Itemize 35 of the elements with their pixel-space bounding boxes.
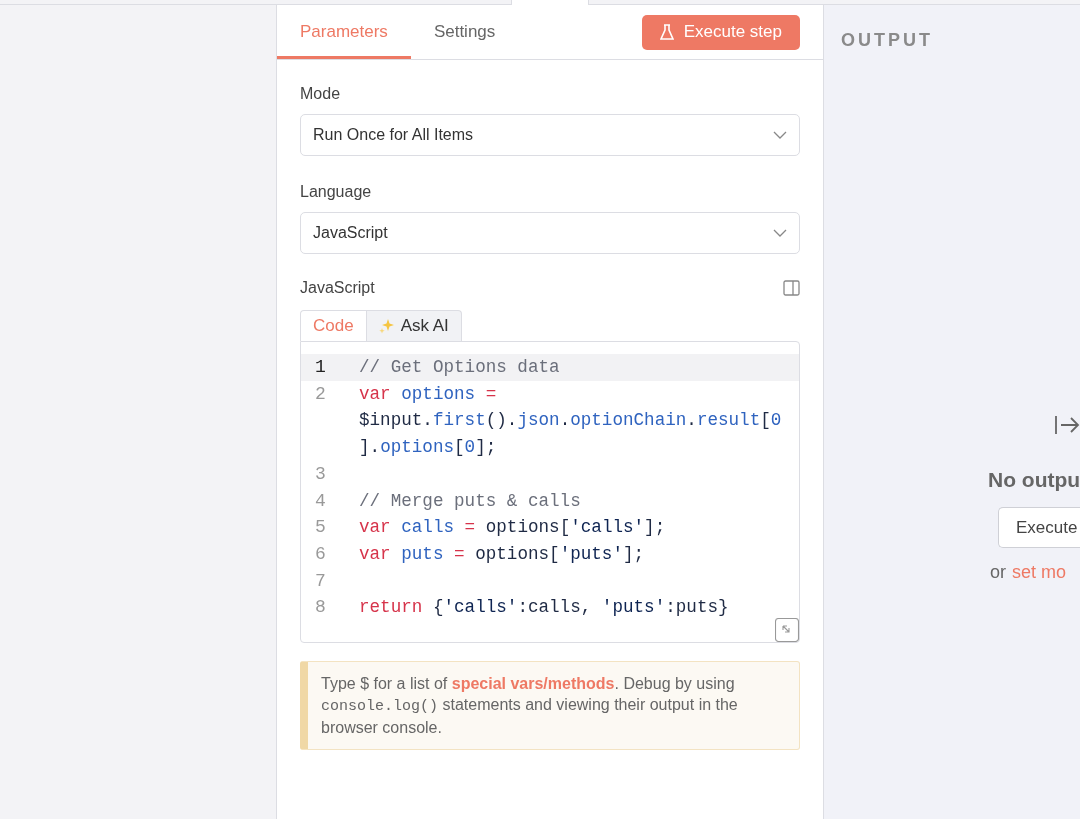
line-number: 7 — [314, 569, 327, 593]
expand-icon[interactable] — [775, 618, 799, 642]
chevron-down-icon — [773, 229, 787, 237]
code-editor[interactable] — [300, 341, 800, 643]
sparkle-icon — [378, 318, 395, 334]
tip-text: Type $ for a list of special vars/methods. Debug by using console.log() statements and viewing their output in the browser console. — [321, 674, 739, 738]
code-line: var calls = options['calls']; — [359, 516, 667, 540]
line-number: 2 — [314, 382, 327, 406]
select-field[interactable]: JavaScript — [300, 212, 800, 254]
code-line: var puts = options['puts']; — [359, 542, 646, 566]
select-field[interactable]: Run Once for All Items — [300, 114, 800, 156]
field-label: Language — [300, 182, 373, 202]
code-line: // Get Options data — [359, 356, 561, 379]
field-label: Mode — [300, 84, 342, 104]
chevron-down-icon — [773, 131, 787, 139]
hint-text: or — [990, 561, 1006, 584]
line-number: 5 — [314, 516, 327, 540]
flask-icon — [659, 23, 674, 41]
drag-handle[interactable] — [511, 0, 589, 5]
line-number: 3 — [314, 462, 327, 486]
output-title: OUTPUT — [841, 29, 933, 52]
panel-toggle-icon[interactable] — [783, 280, 800, 296]
line-number: 1 — [314, 356, 327, 379]
code-line: return {'calls':calls, 'puts':puts} — [359, 596, 730, 620]
code-line: var options = $input.first().json.optionChain.result[0 ].options[0]; — [359, 382, 783, 460]
execute-button[interactable]: Execute — [998, 507, 1080, 548]
editor-tab[interactable]: Ask AI — [366, 310, 462, 341]
code-line: // Merge puts & calls — [359, 489, 582, 513]
field-label: JavaScript — [300, 278, 375, 298]
line-number: 4 — [314, 489, 327, 513]
line-number: 6 — [314, 542, 327, 566]
panel-tab[interactable]: Settings — [410, 5, 519, 59]
arrow-to-right-icon — [1055, 415, 1080, 435]
line-number: 8 — [314, 596, 327, 620]
no-output-message: No outpu — [988, 467, 1080, 493]
